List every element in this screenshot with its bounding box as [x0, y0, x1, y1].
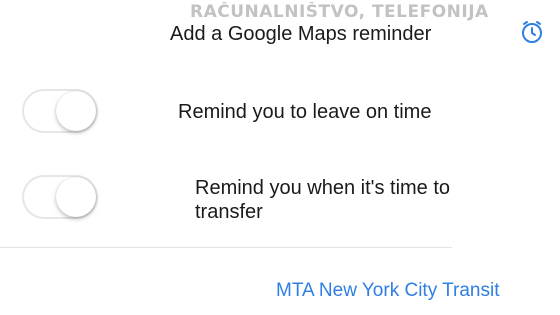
- watermark-text: RAČUNALNIŠTVO, TELEFONIJA: [190, 2, 489, 22]
- transfer-reminder-toggle[interactable]: [22, 175, 98, 219]
- transit-provider-link[interactable]: MTA New York City Transit: [276, 280, 500, 302]
- toggle-knob[interactable]: [56, 91, 96, 131]
- transfer-reminder-label: Remind you when it's time to transfer: [195, 177, 451, 223]
- section-divider: [0, 247, 452, 248]
- toggle-knob[interactable]: [56, 177, 96, 217]
- leave-on-time-label: Remind you to leave on time: [178, 101, 432, 123]
- clock-icon[interactable]: [520, 20, 544, 44]
- reminder-settings-screen: RAČUNALNIŠTVO, TELEFONIJA Add a Google M…: [0, 0, 560, 315]
- leave-on-time-toggle[interactable]: [22, 89, 98, 133]
- reminder-header-label[interactable]: Add a Google Maps reminder: [170, 22, 431, 46]
